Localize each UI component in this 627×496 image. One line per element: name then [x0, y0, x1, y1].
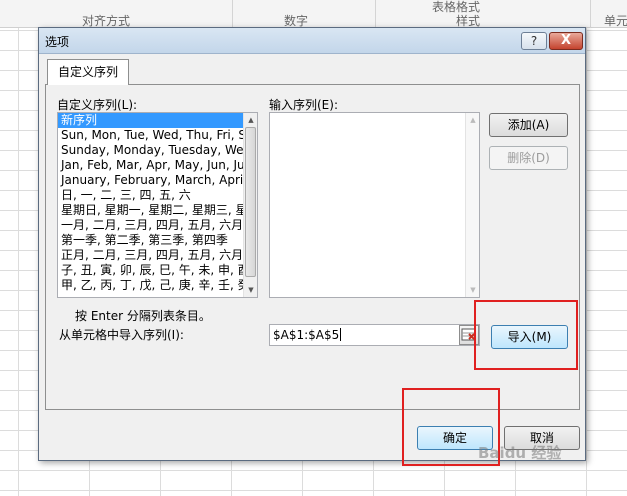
scroll-down-icon[interactable]: ▼ [466, 283, 479, 297]
ribbon-group-cells: 单元 [604, 14, 627, 28]
import-highlight-box [474, 300, 578, 370]
custom-lists-scrollbar[interactable]: ▲ ▼ [243, 113, 257, 297]
list-entries-textarea[interactable]: ▲ ▼ [269, 112, 480, 298]
dialog-titlebar[interactable]: 选项 ? X [39, 28, 585, 54]
import-from-label: 从单元格中导入序列(I): [59, 328, 184, 342]
custom-lists-items: 新序列 Sun, Mon, Tue, Wed, Thu, Fri, S Sunday… [58, 113, 243, 297]
scroll-up-icon[interactable]: ▲ [466, 113, 479, 127]
list-item[interactable]: 子, 丑, 寅, 卯, 辰, 巳, 午, 未, 申, 酉 [58, 263, 243, 278]
scroll-thumb[interactable] [245, 127, 256, 277]
close-button[interactable]: X [549, 32, 583, 50]
spreadsheet-ribbon-strip: 对齐方式 数字 表格格式 样式 单元 [0, 0, 627, 28]
hint-text: 按 Enter 分隔列表条目。 [75, 309, 211, 323]
text-caret [340, 328, 342, 341]
dialog-title: 选项 [45, 35, 70, 49]
list-item[interactable]: 正月, 二月, 三月, 四月, 五月, 六月, [58, 248, 243, 263]
list-entries-label: 输入序列(E): [269, 98, 338, 112]
list-item[interactable]: Sunday, Monday, Tuesday, Wed [58, 143, 243, 158]
import-range-input[interactable]: $A$1:$A$5 [269, 324, 480, 346]
delete-button[interactable]: 删除(D) [489, 146, 568, 170]
add-button[interactable]: 添加(A) [489, 113, 568, 137]
ribbon-separator [375, 0, 376, 28]
list-item[interactable]: 一月, 二月, 三月, 四月, 五月, 六月, [58, 218, 243, 233]
help-button[interactable]: ? [521, 32, 547, 50]
ribbon-separator [232, 0, 233, 28]
list-item[interactable]: Jan, Feb, Mar, Apr, May, Jun, Ju [58, 158, 243, 173]
list-item[interactable]: 星期日, 星期一, 星期二, 星期三, 星 [58, 203, 243, 218]
custom-lists-listbox[interactable]: 新序列 Sun, Mon, Tue, Wed, Thu, Fri, S Sunday… [57, 112, 258, 298]
import-range-value: $A$1:$A$5 [273, 328, 340, 342]
watermark: Baidu 经验 [478, 444, 562, 462]
ribbon-separator [590, 0, 591, 28]
custom-lists-label: 自定义序列(L): [57, 98, 138, 112]
options-dialog: 选项 ? X 自定义序列 自定义序列(L): 新序列 Sun, Mon, Tue,… [38, 27, 586, 461]
list-item[interactable]: 第一季, 第二季, 第三季, 第四季 [58, 233, 243, 248]
list-item[interactable]: Sun, Mon, Tue, Wed, Thu, Fri, S [58, 128, 243, 143]
scroll-down-icon[interactable]: ▼ [244, 283, 257, 297]
list-item[interactable]: 甲, 乙, 丙, 丁, 戊, 己, 庚, 辛, 壬, 癸 [58, 278, 243, 293]
entries-scrollbar[interactable]: ▲ ▼ [465, 113, 479, 297]
tab-custom-lists[interactable]: 自定义序列 [47, 59, 129, 85]
scroll-up-icon[interactable]: ▲ [244, 113, 257, 127]
list-item[interactable]: 新序列 [58, 113, 243, 128]
list-item[interactable]: 日, 一, 二, 三, 四, 五, 六 [58, 188, 243, 203]
list-item[interactable]: January, February, March, April, [58, 173, 243, 188]
